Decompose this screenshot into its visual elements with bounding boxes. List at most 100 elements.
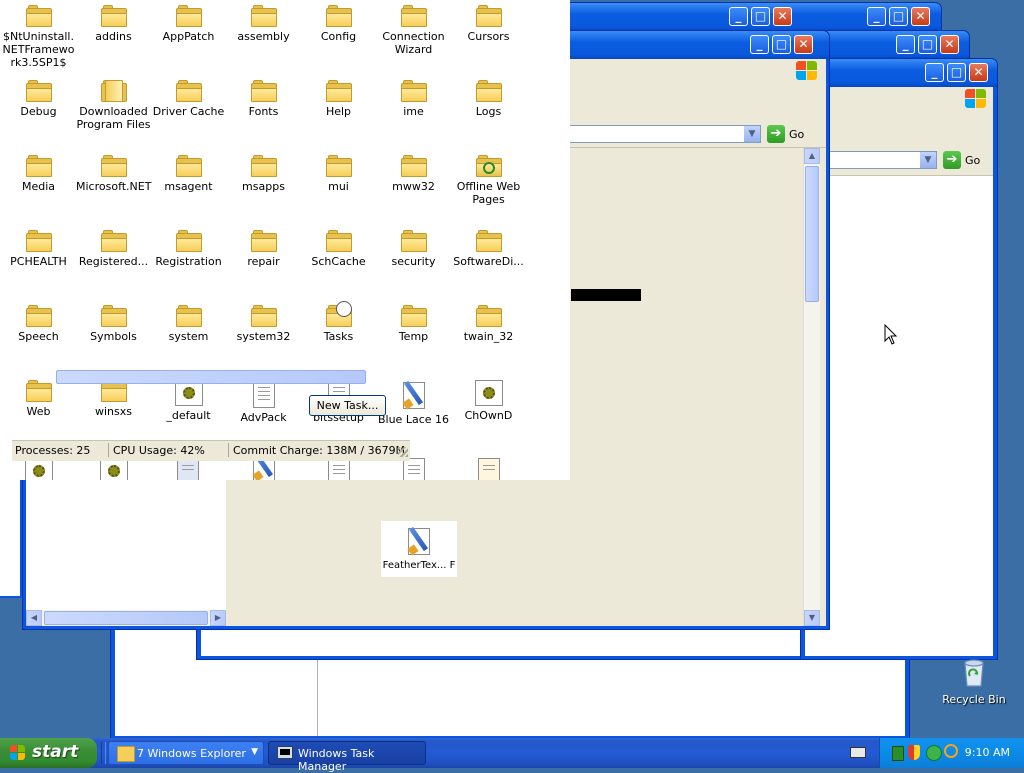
file-feathertexture[interactable]: FeatherTex... F [381,521,457,577]
folder-item[interactable]: system [151,305,226,343]
minimize-button[interactable]: _ [925,63,944,82]
folder-item[interactable]: ime [376,80,451,118]
folder-item[interactable]: Blue Lace 16 [376,380,451,426]
close-button[interactable]: ✕ [911,7,930,26]
folder-icon [325,80,352,102]
folder-label: twain_32 [463,330,514,343]
search-icon[interactable] [944,744,958,758]
recycle-bin[interactable]: Recycle Bin [934,656,1014,706]
folder-item[interactable]: assembly [226,5,301,43]
maximize-button[interactable]: □ [751,7,770,26]
scroll-thumb[interactable] [56,370,366,384]
chevron-down-icon[interactable]: ▼ [744,126,760,142]
folder-item[interactable]: Tasks [301,301,376,343]
folder-item[interactable]: security [376,230,451,268]
folder-item[interactable]: SchCache [301,230,376,268]
close-button[interactable]: ✕ [969,63,988,82]
start-button[interactable]: start [0,738,97,768]
folder-item[interactable]: mui [301,155,376,193]
folder-item[interactable]: mww32 [376,155,451,193]
folder-item[interactable]: Temp [376,305,451,343]
toolbar [805,111,993,146]
folder-item[interactable]: Speech [1,305,76,343]
maximize-button[interactable]: □ [772,35,791,54]
close-button[interactable]: ✕ [773,7,792,26]
folder-icon [25,305,52,327]
scroll-thumb[interactable] [44,611,208,625]
folder-label: Downloaded Program Files [76,105,151,131]
keyboard-layout-icon[interactable] [850,747,866,758]
folder-item[interactable]: msagent [151,155,226,193]
security-shield-icon[interactable] [908,745,920,760]
folder-item[interactable]: addins [76,5,151,43]
folder-item[interactable]: Fonts [226,80,301,118]
minimize-button[interactable]: _ [867,7,886,26]
scroll-up-button[interactable]: ▲ [804,148,820,164]
folder-item[interactable]: Web [1,380,76,418]
scroll-left-button[interactable]: ◀ [26,610,42,626]
folder-item[interactable]: Registered... [76,230,151,268]
minimize-button[interactable]: _ [729,7,748,26]
update-icon[interactable] [926,745,942,761]
close-button[interactable]: ✕ [940,35,959,54]
folder-item[interactable]: Symbols [76,305,151,343]
folder-item[interactable]: Cursors [451,5,526,43]
folder-item[interactable]: AdvPack [226,380,301,424]
folder-item[interactable]: Downloaded Program Files [76,80,151,131]
network-icon[interactable] [892,746,904,761]
minimize-button[interactable]: _ [896,35,915,54]
go-button[interactable]: ➔ Go [767,124,815,144]
minimize-button[interactable]: _ [750,35,769,54]
maximize-button[interactable]: □ [918,35,937,54]
taskbar-task-manager[interactable]: Windows Task Manager [268,741,426,773]
folder-item[interactable]: ChOwnD [451,380,526,422]
folder-item[interactable]: winsxs [76,380,151,418]
folder-item[interactable]: msapps [226,155,301,193]
folder-item[interactable]: Media [1,155,76,193]
taskbar-group-explorer[interactable]: 7 Windows Explorer ▼ [108,741,264,765]
resize-grip-icon[interactable] [398,447,408,457]
folder-item[interactable]: $NtUninstall.NETFramework3.5SP1$ [1,5,76,69]
folder-icon [25,5,52,27]
folder-label: system32 [236,330,291,343]
folder-item[interactable]: Connection Wizard [376,5,451,56]
scheduled-tasks-folder-icon [325,301,352,327]
folder-item[interactable]: Config [301,5,376,43]
close-button[interactable]: ✕ [794,35,813,54]
folder-item[interactable]: PCHEALTH [1,230,76,268]
scroll-thumb[interactable] [805,166,819,302]
folder-icon [475,230,502,252]
folder-icon [25,380,52,402]
folder-icon [250,305,277,327]
vertical-scrollbar[interactable]: ▲ ▼ [803,148,820,626]
folder-icon [400,155,427,177]
folder-label: addins [95,30,132,43]
folder-item[interactable]: system32 [226,305,301,343]
folder-item[interactable]: _default [151,380,226,422]
folder-item[interactable]: twain_32 [451,305,526,343]
folder-item[interactable]: AppPatch [151,5,226,43]
horizontal-scrollbar[interactable]: ◀ ▶ [26,610,226,626]
folder-item[interactable]: Microsoft.NET [76,155,151,193]
setup-icon [100,458,128,480]
maximize-button[interactable]: □ [889,7,908,26]
clock[interactable]: 9:10 AM [965,746,1010,759]
scroll-down-button[interactable]: ▼ [804,610,820,626]
folder-item[interactable]: Registration [151,230,226,268]
folder-item[interactable]: repair [226,230,301,268]
task-manager-horizontal-scrollbar[interactable] [56,370,366,384]
maximize-button[interactable]: □ [947,63,966,82]
new-task-button[interactable]: New Task... [309,395,386,416]
chevron-down-icon[interactable]: ▼ [920,152,936,168]
go-button[interactable]: ➔ Go [943,150,991,170]
folder-item[interactable]: Driver Cache [151,80,226,118]
folder-item[interactable]: Debug [1,80,76,118]
address-bar: ▼ ➔ Go [805,145,993,176]
folder-item[interactable]: Offline Web Pages [451,155,526,206]
scroll-right-button[interactable]: ▶ [210,610,226,626]
folder-item[interactable]: Help [301,80,376,118]
folder-item[interactable]: SoftwareDi... [451,230,526,268]
titlebar[interactable] [801,59,997,87]
folder-item[interactable]: Logs [451,80,526,118]
task-manager-status-bar: Processes: 25 CPU Usage: 42% Commit Char… [12,440,410,461]
